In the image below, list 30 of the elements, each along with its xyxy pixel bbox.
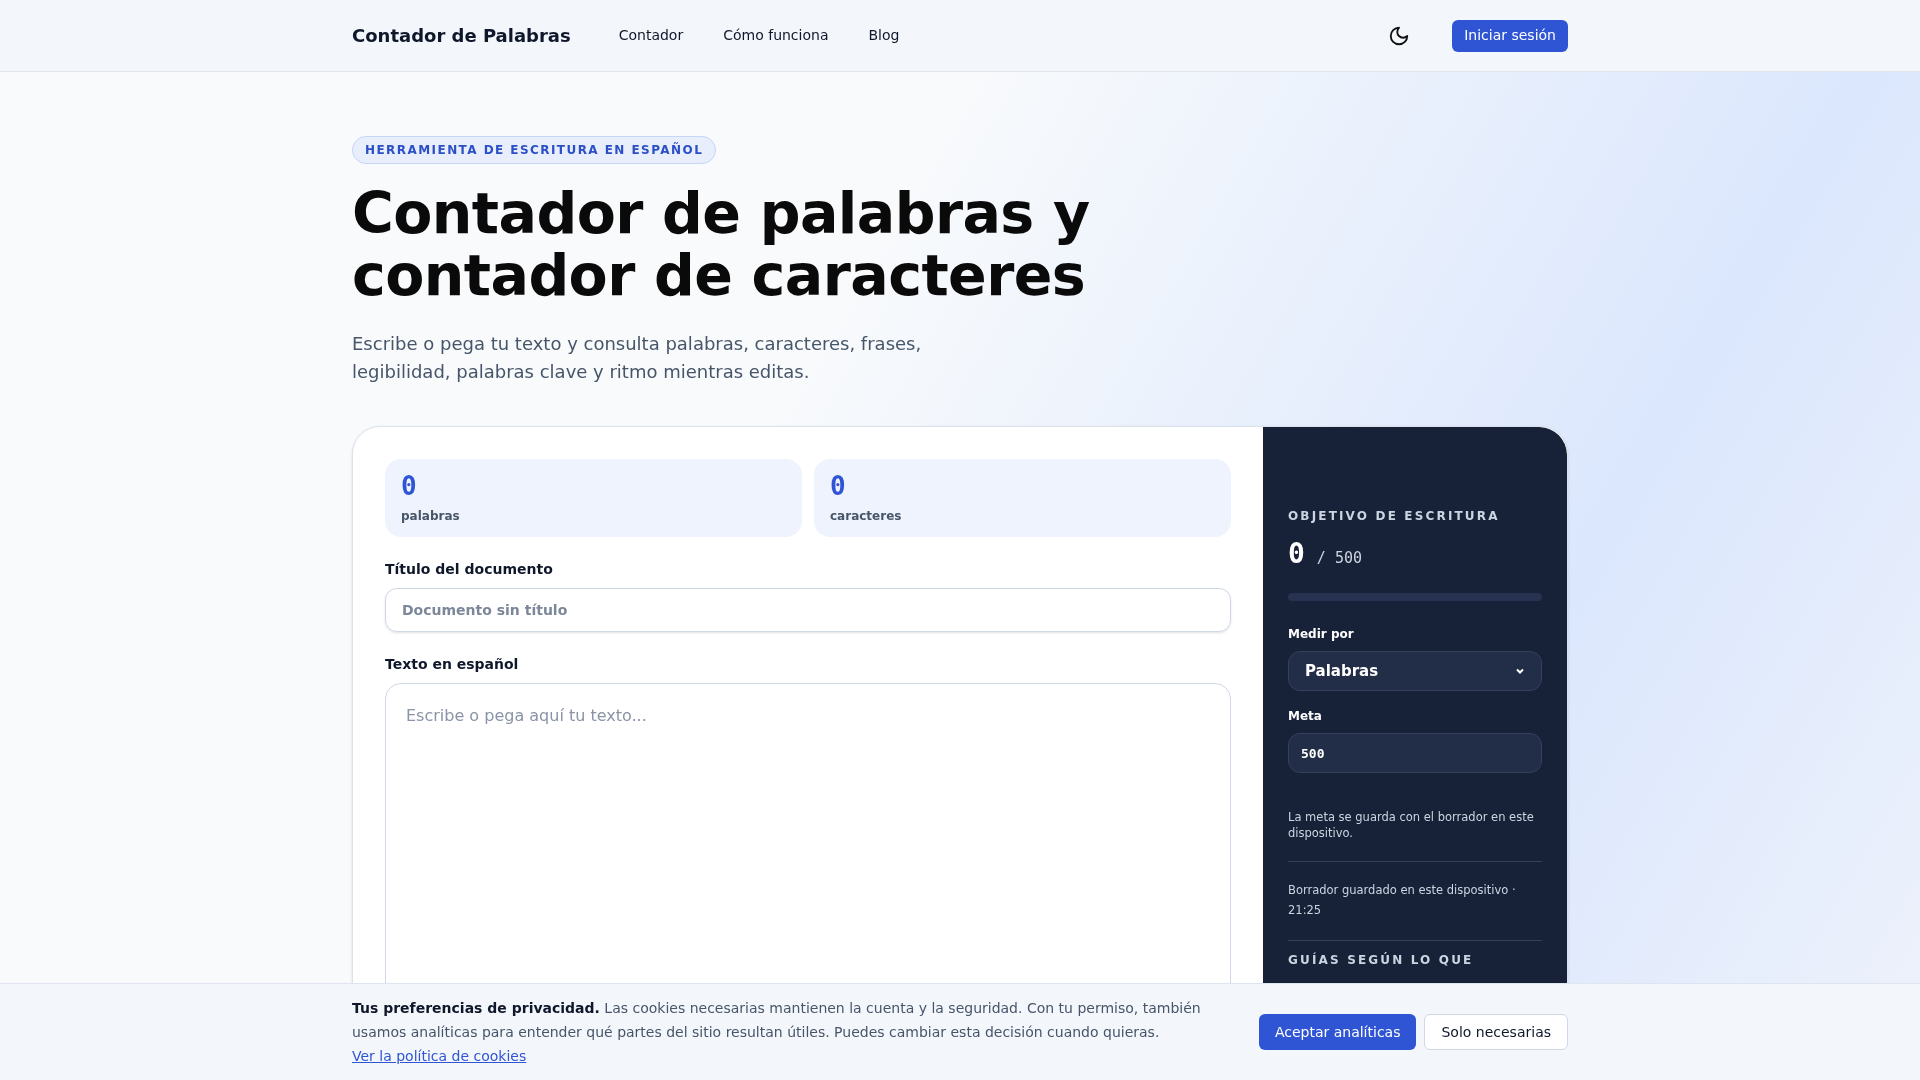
field-label: Título del documento — [385, 560, 554, 579]
chevron-down-icon — [1515, 666, 1525, 676]
meta-input[interactable]: 500 — [1288, 733, 1542, 773]
select-value: Palabras — [1305, 660, 1379, 682]
guides-heading: GUÍAS SEGÚN LO QUE — [1288, 951, 1475, 969]
title-input[interactable]: Documento sin título — [385, 588, 1231, 632]
goal-target: / 500 — [1316, 548, 1362, 569]
goal-current: 0 — [1288, 536, 1305, 572]
site-logo[interactable]: Contador de Palabras — [352, 22, 571, 49]
reject-button[interactable]: Solo necesarias — [1424, 1014, 1568, 1050]
measure-select[interactable]: Palabras — [1288, 651, 1542, 691]
stat-label: caracteres — [830, 508, 903, 525]
stat-value: 0 — [401, 471, 418, 501]
stat-label: palabras — [401, 508, 461, 525]
page-subtitle: Escribe o pega tu texto y consulta palabras, caracteres, frases, legibilidad, palabras clave y ritmo mientras editas. — [352, 332, 923, 384]
nav-link[interactable]: Cómo funciona — [723, 25, 829, 46]
goal-heading: OBJETIVO DE ESCRITURA — [1288, 508, 1501, 525]
field-label: Medir por — [1288, 626, 1355, 643]
save-status: Borrador guardado en este dispositivo · 21:25 — [1288, 882, 1517, 919]
page-heading: Contador de palabras y contador de caracteres — [352, 182, 1091, 306]
accept-button[interactable]: Aceptar analíticas — [1258, 1014, 1417, 1050]
field-label: Meta — [1288, 708, 1323, 725]
field-label: Texto en español — [385, 655, 520, 674]
stat-value: 0 — [830, 471, 847, 501]
login-button[interactable]: Iniciar sesión — [1452, 19, 1568, 52]
category-badge: HERRAMIENTA DE ESCRITURA EN ESPAÑOL — [352, 136, 717, 164]
nav-link[interactable]: Contador — [618, 25, 684, 46]
nav-link[interactable]: Blog — [868, 25, 900, 46]
moon-icon[interactable] — [1388, 24, 1411, 47]
goal-note: La meta se guarda con el borrador en este dispositivo. — [1288, 809, 1535, 841]
